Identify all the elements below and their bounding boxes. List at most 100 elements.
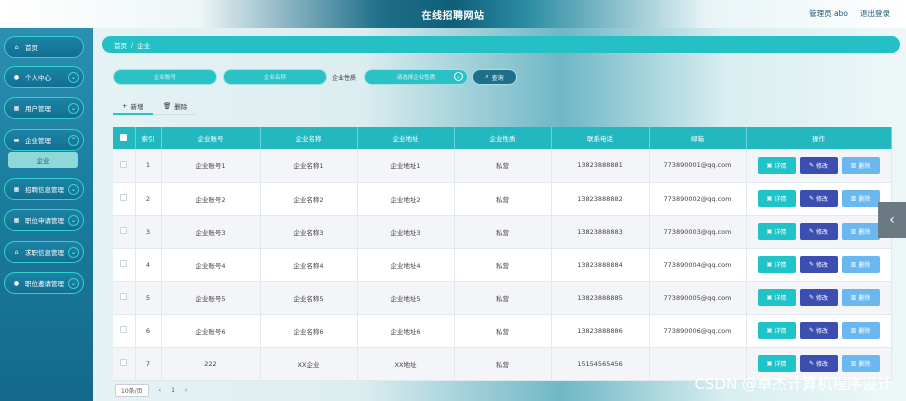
plus-icon: + (122, 102, 128, 110)
delete-button[interactable]: ▥ 删除 (841, 355, 880, 372)
sidebar-item-users[interactable]: ▦ 用户管理 ⌄ (4, 97, 84, 119)
row-checkbox[interactable] (113, 182, 136, 216)
account-search-input[interactable]: 企业账号 (113, 69, 217, 85)
cell-ops: ▣ 详情 ✎ 修改 ▥ 删除 (746, 314, 892, 348)
sidebar-item-label: 职位邀请管理 (25, 280, 64, 288)
cell-email: 773890001@qq.com (649, 149, 747, 183)
logout-link[interactable]: 退出登录 (860, 8, 890, 19)
select-all-checkbox[interactable] (113, 127, 136, 149)
table-row: 2 企业账号2 企业名称2 企业地址2 私营 13823888882 773890002@q… (113, 182, 892, 216)
cell-email: 773890002@qq.com (649, 182, 747, 216)
delete-button[interactable]: ▥ 删除 (841, 190, 880, 207)
page-size-select[interactable]: 10条/页 (115, 384, 149, 397)
cell-nature: 私营 (454, 215, 552, 249)
sidebar-item-label: 个人中心 (25, 74, 51, 82)
detail-button[interactable]: ▣ 详情 (757, 190, 796, 207)
cell-account: 企业账号3 (161, 215, 261, 249)
sidebar-item-label: 招聘信息管理 (25, 186, 64, 194)
cell-account: 企业账号1 (161, 149, 261, 183)
chevron-down-icon: ⌄ (68, 247, 79, 258)
delete-button[interactable]: ▥ 删除 (841, 322, 880, 339)
batch-delete-label: 删除 (174, 103, 188, 111)
admin-label: 管理员 abo (809, 9, 848, 18)
nature-select-placeholder: 请选择企业性质 (396, 75, 436, 81)
cell-index: 6 (135, 314, 162, 348)
cell-nature: 私营 (454, 182, 552, 216)
sidebar-item-invitations[interactable]: ● 职位邀请管理 ⌄ (4, 272, 84, 294)
sidebar-item-personal-center[interactable]: ● 个人中心 ⌄ (4, 66, 84, 88)
detail-label: 详情 (774, 295, 787, 302)
edit-button[interactable]: ✎ 修改 (799, 223, 838, 240)
cell-phone: 13823888883 (551, 215, 650, 249)
table-row: 1 企业账号1 企业名称1 企业地址1 私营 13823888881 773890001@q… (113, 149, 892, 183)
detail-button[interactable]: ▣ 详情 (757, 355, 796, 372)
edit-button[interactable]: ✎ 修改 (799, 355, 838, 372)
edit-button[interactable]: ✎ 修改 (799, 322, 838, 339)
row-checkbox[interactable] (113, 248, 136, 282)
name-search-input[interactable]: 企业名称 (223, 69, 327, 85)
delete-button[interactable]: ▥ 删除 (841, 156, 880, 174)
breadcrumb-current: 企业 (137, 41, 151, 50)
cell-index: 3 (135, 215, 162, 249)
row-checkbox[interactable] (113, 347, 136, 381)
edit-label: 修改 (816, 196, 829, 203)
detail-button[interactable]: ▣ 详情 (757, 322, 796, 339)
add-button[interactable]: + 新增 (122, 101, 143, 111)
detail-label: 详情 (774, 162, 787, 170)
cell-address: 企业地址1 (357, 149, 455, 183)
delete-label: 删除 (858, 295, 871, 302)
edit-button[interactable]: ✎ 修改 (799, 156, 838, 174)
nature-select[interactable]: 请选择企业性质 ⌄ (364, 69, 468, 85)
sidebar-item-applications[interactable]: ▦ 职位申请管理 ⌄ (4, 209, 84, 231)
enterprise-table: 索引 企业账号 企业名称 企业地址 企业性质 联系电话 邮箱 操作 1 企业账号1… (113, 127, 892, 381)
watermark: CSDN @卓杰计算机程序设计 (694, 375, 892, 393)
batch-delete-button[interactable]: 🗑 删除 (163, 101, 187, 111)
cell-address: 企业地址6 (357, 314, 455, 348)
table-header-row: 索引 企业账号 企业名称 企业地址 企业性质 联系电话 邮箱 操作 (113, 127, 892, 149)
detail-button[interactable]: ▣ 详情 (757, 289, 796, 306)
edit-button[interactable]: ✎ 修改 (799, 289, 838, 306)
cell-account: 企业账号5 (161, 281, 261, 315)
row-checkbox[interactable] (113, 215, 136, 249)
site-title: 在线招聘网站 (421, 11, 485, 22)
pin-icon: ● (13, 279, 20, 287)
detail-button[interactable]: ▣ 详情 (757, 256, 796, 273)
cell-nature: 私营 (454, 149, 552, 183)
cell-address: 企业地址5 (357, 281, 455, 315)
sidebar-item-recruitment[interactable]: ▦ 招聘信息管理 ⌄ (4, 178, 84, 200)
submenu-item-enterprise[interactable]: 企业 (8, 152, 78, 168)
breadcrumb-home[interactable]: 首页 (114, 40, 127, 50)
delete-button[interactable]: ▥ 删除 (841, 289, 880, 306)
delete-label: 删除 (858, 262, 871, 269)
delete-button[interactable]: ▥ 删除 (841, 256, 880, 273)
sidebar-item-enterprise[interactable]: ▬ 企业管理 ⌃ (4, 129, 84, 151)
sidebar-item-label: 首页 (25, 44, 38, 52)
delete-label: 删除 (858, 196, 871, 203)
trash-icon: ▥ (850, 228, 857, 235)
delete-button[interactable]: ▥ 删除 (841, 223, 880, 240)
row-checkbox[interactable] (113, 149, 136, 183)
page-number[interactable]: 1 (171, 387, 175, 394)
sidebar-item-home[interactable]: ⌂ 首页 (4, 36, 84, 58)
edit-button[interactable]: ✎ 修改 (799, 190, 838, 207)
cell-index: 7 (135, 347, 162, 381)
edit-button[interactable]: ✎ 修改 (799, 256, 838, 273)
query-button[interactable]: ⌕ 查询 (472, 69, 517, 85)
delete-label: 删除 (858, 229, 871, 236)
sidebar-item-job-seekers[interactable]: ⌂ 求职信息管理 ⌄ (4, 241, 84, 263)
row-checkbox[interactable] (113, 281, 136, 315)
detail-label: 详情 (774, 361, 787, 368)
detail-icon: ▣ (766, 228, 773, 235)
chevron-left-icon[interactable]: ‹ (878, 202, 906, 238)
cell-email: 773890004@qq.com (649, 248, 747, 282)
row-checkbox[interactable] (113, 314, 136, 348)
query-button-label: 查询 (491, 74, 504, 82)
detail-button[interactable]: ▣ 详情 (757, 223, 796, 240)
detail-button[interactable]: ▣ 详情 (757, 156, 796, 174)
prev-page-button[interactable]: ‹ (159, 387, 161, 394)
detail-label: 详情 (774, 262, 787, 269)
next-page-button[interactable]: › (185, 387, 187, 394)
table-row: 3 企业账号3 企业名称3 企业地址3 私营 13823888883 773890003@q… (113, 215, 892, 249)
edit-label: 修改 (816, 162, 829, 170)
sidebar-item-label: 职位申请管理 (25, 217, 64, 225)
